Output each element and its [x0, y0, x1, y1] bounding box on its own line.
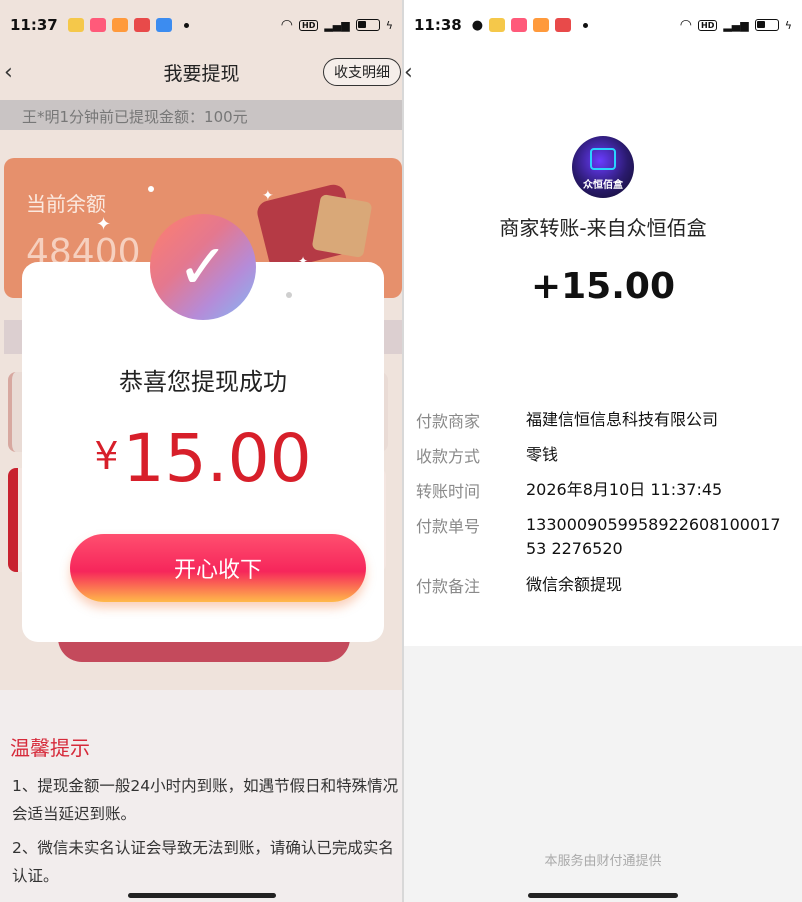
tips-title: 温馨提示	[10, 736, 90, 760]
detail-value: 微信余额提现	[526, 575, 623, 594]
wifi-icon: ◠	[280, 17, 293, 33]
detail-label: 付款单号	[416, 517, 481, 536]
detail-value: 2026年8月10日 11:37:45	[526, 480, 723, 499]
status-bar: 11:38 ● ◠ HD ▂▄▆ ϟ	[404, 0, 802, 50]
detail-row: 付款商家 福建信恒信息科技有限公司	[416, 408, 796, 432]
sparkle-icon: ✦	[96, 214, 112, 235]
detail-label: 转账时间	[416, 482, 481, 501]
detail-label: 付款商家	[416, 412, 481, 431]
currency-symbol: ¥	[94, 434, 119, 478]
logo-text: 众恒佰盒	[583, 180, 623, 191]
detail-row: 付款单号 133000905995892260810001753 2276520	[416, 513, 796, 561]
page-header: ‹ 我要提现 收支明细	[0, 50, 403, 95]
status-bar: 11:37 ◠ HD ▂▄▆ ϟ	[0, 0, 403, 50]
battery-icon	[355, 19, 380, 31]
detail-value: 133000905995892260810001753 2276520	[526, 515, 781, 558]
transfer-amount: +15.00	[530, 266, 676, 307]
detail-row: 转账时间 2026年8月10日 11:37:45	[416, 478, 796, 502]
app-notification-icon	[155, 18, 172, 32]
detail-value: 福建信恒信息科技有限公司	[526, 410, 719, 429]
transfer-title: 商家转账-来自众恒佰盒	[499, 216, 707, 240]
status-time: 11:37	[10, 16, 58, 34]
status-time: 11:38	[414, 16, 462, 34]
cube-icon	[590, 148, 616, 170]
amount-value: 15.00	[122, 420, 312, 497]
back-icon[interactable]: ‹	[4, 60, 13, 85]
coin-card-icon	[311, 193, 373, 259]
service-footer: 本服务由财付通提供	[544, 854, 662, 869]
hd-icon: HD	[698, 19, 718, 31]
detail-row: 付款备注 微信余额提现	[416, 573, 796, 597]
accept-button[interactable]: 开心收下	[70, 534, 366, 602]
sparkle-icon: ✦	[298, 254, 309, 268]
withdraw-ticker: 王*明1分钟前已提现金额：100元	[0, 100, 403, 130]
app-notification-icon	[533, 18, 550, 32]
detail-value: 零钱	[526, 445, 559, 464]
battery-icon	[754, 19, 779, 31]
back-icon[interactable]: ‹	[404, 60, 413, 85]
app-notification-icon	[67, 18, 84, 32]
app-notification-icon	[511, 18, 528, 32]
decor-dot	[148, 186, 154, 192]
page-title: 我要提现	[163, 63, 240, 85]
charging-icon: ϟ	[784, 18, 792, 32]
tip-item: 1、提现金额一般24小时内到账，如遇节假日和特殊情况会适当延迟到账。	[12, 777, 399, 823]
charging-icon: ϟ	[385, 18, 393, 32]
withdraw-screen: 11:37 ◠ HD ▂▄▆ ϟ ‹ 我要提现 收支明细 王*明1分钟前已提现金…	[0, 0, 403, 902]
balance-label: 当前余额	[26, 192, 106, 216]
decor-dot	[286, 292, 292, 298]
more-notifications-dot	[583, 22, 589, 28]
app-notification-icon	[89, 18, 106, 32]
app-notification-icon	[489, 18, 506, 32]
transaction-detail-button[interactable]: 收支明细	[323, 58, 401, 86]
transfer-detail-screen: 11:38 ● ◠ HD ▂▄▆ ϟ ‹ 众恒佰盒 商家转账-来自众恒佰盒 +1…	[404, 0, 802, 902]
home-indicator[interactable]	[528, 893, 678, 898]
detail-label: 收款方式	[416, 447, 481, 466]
wifi-icon: ◠	[679, 17, 692, 33]
app-notification-icon	[555, 18, 572, 32]
app-notification-icon	[133, 18, 150, 32]
merchant-logo: 众恒佰盒	[572, 136, 634, 198]
success-amount: ¥15.00	[22, 420, 384, 497]
signal-icon: ▂▄▆	[723, 18, 749, 32]
sparkle-icon: ✦	[262, 188, 274, 204]
tip-item: 2、微信未实名认证会导致无法到账，请确认已完成实名认证。	[12, 839, 394, 885]
detail-row: 收款方式 零钱	[416, 443, 796, 467]
wechat-icon: ●	[471, 17, 484, 33]
app-notification-icon	[111, 18, 128, 32]
detail-label: 付款备注	[416, 577, 481, 596]
success-check-icon: ✓	[150, 214, 256, 320]
more-notifications-dot	[183, 22, 189, 28]
signal-icon: ▂▄▆	[324, 18, 350, 32]
home-indicator[interactable]	[128, 893, 276, 898]
hd-icon: HD	[299, 19, 319, 31]
success-title: 恭喜您提现成功	[119, 368, 287, 396]
